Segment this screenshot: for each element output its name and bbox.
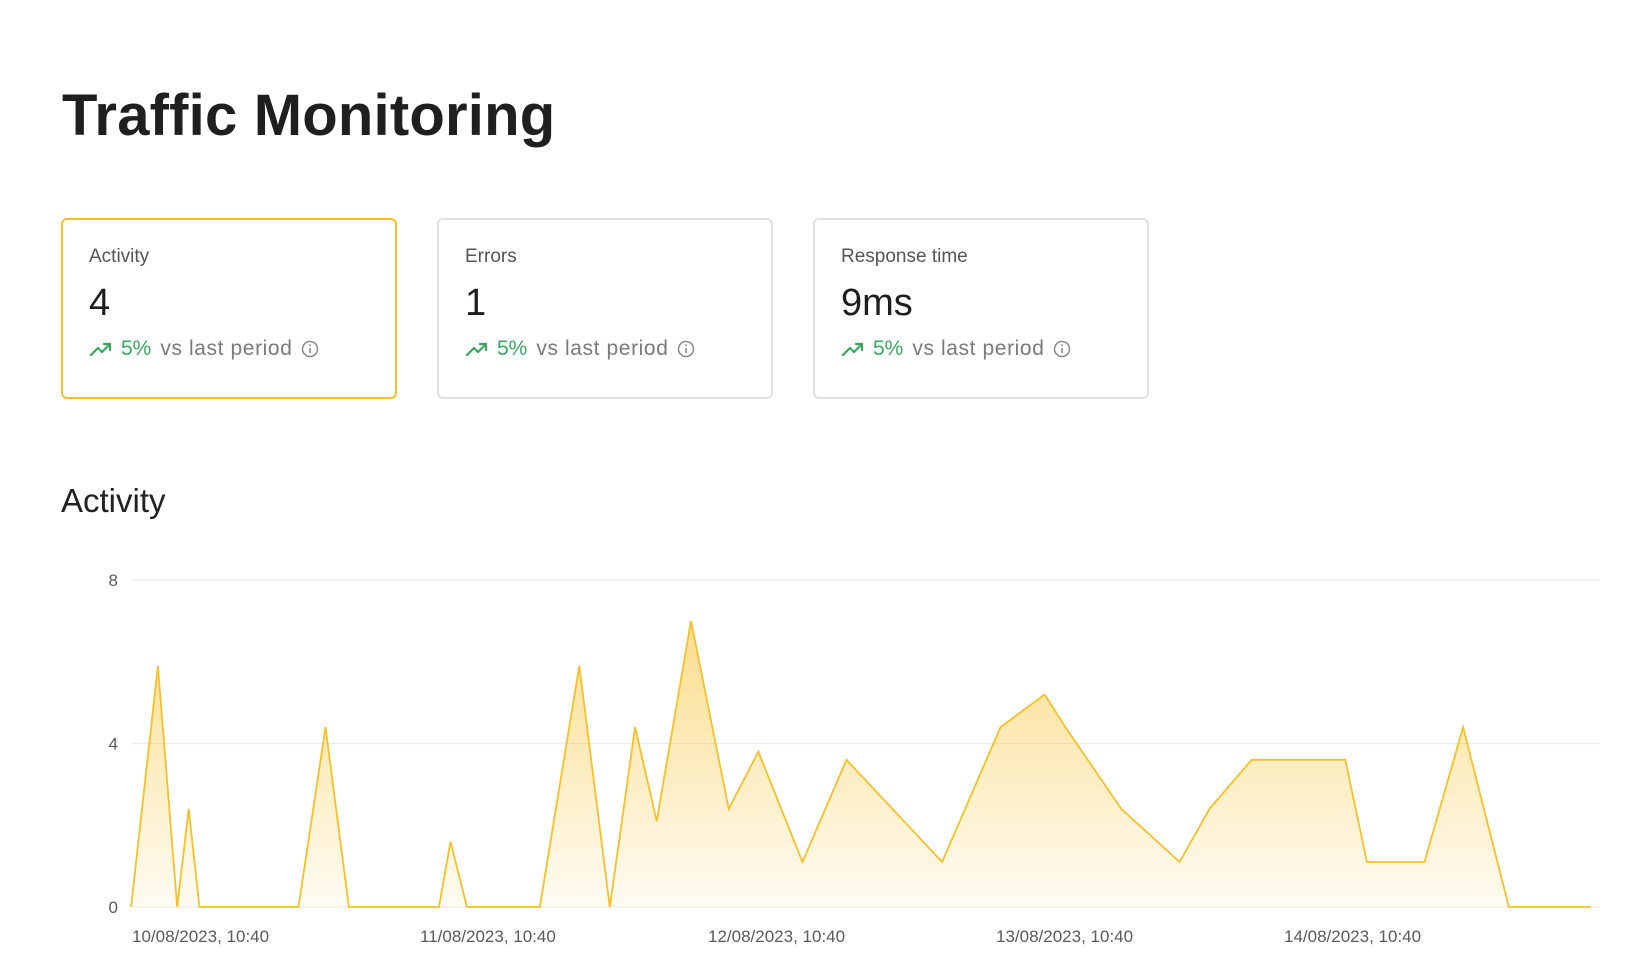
data-point[interactable] <box>1341 756 1349 764</box>
errors-card[interactable]: Errors 1 5% vs last period <box>437 218 773 399</box>
info-icon[interactable] <box>677 340 695 358</box>
data-point[interactable] <box>1421 858 1429 866</box>
activity-chart[interactable]: 8 4 0 10/08/2023, 10:40 11/08/2023, 10:40 12/… <box>0 540 1647 960</box>
data-point[interactable] <box>127 903 135 911</box>
y-tick-label: 4 <box>109 735 118 754</box>
trend-percent: 5% <box>121 337 152 360</box>
trending-up-icon <box>89 342 112 357</box>
data-point[interactable] <box>843 756 851 764</box>
data-point[interactable] <box>653 817 661 825</box>
y-tick-label: 8 <box>109 571 118 590</box>
activity-area-fill <box>131 620 1592 907</box>
data-point[interactable] <box>185 805 193 813</box>
data-point[interactable] <box>195 903 203 911</box>
data-point[interactable] <box>631 723 639 731</box>
data-point[interactable] <box>997 723 1005 731</box>
card-label: Activity <box>89 246 150 267</box>
x-tick-label: 13/08/2023, 10:40 <box>996 927 1133 946</box>
data-point[interactable] <box>606 903 614 911</box>
metric-cards: Activity 4 5% vs last period Errors 1 5% <box>61 218 1149 399</box>
x-tick-label: 10/08/2023, 10:40 <box>132 927 269 946</box>
data-point[interactable] <box>754 748 762 756</box>
activity-card[interactable]: Activity 4 5% vs last period <box>61 218 397 399</box>
section-title: Activity <box>61 482 166 519</box>
data-point[interactable] <box>1587 903 1595 911</box>
data-point[interactable] <box>1248 756 1256 764</box>
x-tick-label: 12/08/2023, 10:40 <box>708 927 845 946</box>
data-point[interactable] <box>536 903 544 911</box>
data-point[interactable] <box>687 617 695 625</box>
data-point[interactable] <box>799 858 807 866</box>
data-point[interactable] <box>173 903 181 911</box>
data-point[interactable] <box>1176 858 1184 866</box>
data-point[interactable] <box>447 838 455 846</box>
x-tick-label: 11/08/2023, 10:40 <box>420 927 556 946</box>
response-time-card[interactable]: Response time 9ms 5% vs last period <box>813 218 1149 399</box>
data-point[interactable] <box>575 662 583 670</box>
card-value: 1 <box>465 282 487 324</box>
info-icon[interactable] <box>301 340 319 358</box>
page-title: Traffic Monitoring <box>62 83 556 148</box>
info-icon[interactable] <box>1053 340 1071 358</box>
trend-percent: 5% <box>873 337 904 360</box>
card-trend: 5% vs last period <box>89 337 369 361</box>
data-point[interactable] <box>463 903 471 911</box>
card-value: 9ms <box>841 282 913 324</box>
card-trend: 5% vs last period <box>465 337 745 361</box>
data-point[interactable] <box>938 858 946 866</box>
data-point[interactable] <box>435 903 443 911</box>
data-point[interactable] <box>322 723 330 731</box>
y-tick-label: 0 <box>109 898 118 917</box>
card-label: Response time <box>841 246 968 267</box>
data-point[interactable] <box>295 903 303 911</box>
data-point[interactable] <box>725 805 733 813</box>
data-point[interactable] <box>1459 723 1467 731</box>
x-tick-label: 14/08/2023, 10:40 <box>1284 927 1421 946</box>
data-point[interactable] <box>1205 805 1213 813</box>
trend-text: vs last period <box>912 337 1045 360</box>
data-point[interactable] <box>345 903 353 911</box>
trend-text: vs last period <box>160 337 293 360</box>
data-point[interactable] <box>1041 690 1049 698</box>
card-trend: 5% vs last period <box>841 337 1121 361</box>
trend-text: vs last period <box>536 337 669 360</box>
data-point[interactable] <box>1117 805 1125 813</box>
card-label: Errors <box>465 246 517 267</box>
trending-up-icon <box>841 342 864 357</box>
card-value: 4 <box>89 282 111 324</box>
trend-percent: 5% <box>497 337 528 360</box>
trending-up-icon <box>465 342 488 357</box>
data-point[interactable] <box>1061 723 1069 731</box>
data-point[interactable] <box>1363 858 1371 866</box>
data-point[interactable] <box>154 662 162 670</box>
data-point[interactable] <box>1505 903 1513 911</box>
